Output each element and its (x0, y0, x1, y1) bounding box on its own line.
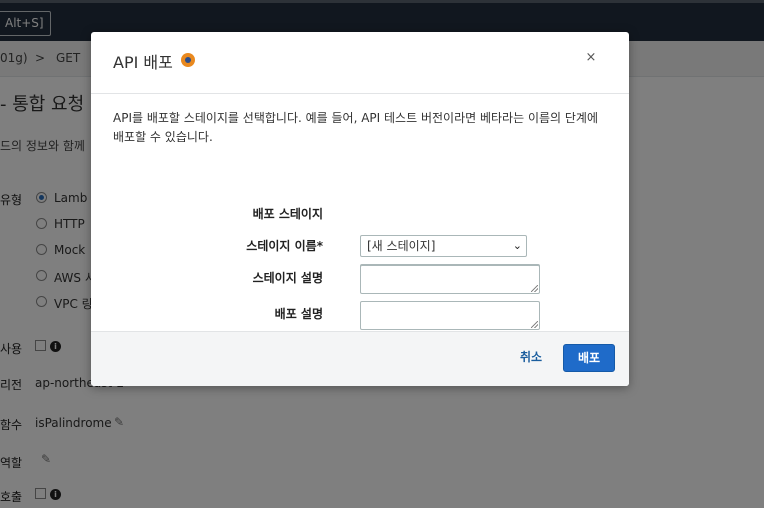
resize-grip-icon[interactable] (531, 285, 538, 292)
deploy-api-dialog: API 배포 × API를 배포할 스테이지를 선택합니다. 예를 들어, AP… (91, 32, 629, 386)
deploy-stage-selected-value: [새 스테이지] (367, 239, 436, 253)
stage-description-label: 스테이지 설명 (252, 271, 323, 285)
cancel-button[interactable]: 취소 (520, 348, 542, 365)
stage-name-label: 스테이지 이름* (246, 239, 323, 253)
dialog-title: API 배포 (113, 53, 173, 72)
deployment-description-textarea[interactable] (360, 301, 540, 330)
deploy-stage-select[interactable]: [새 스테이지] ⌄ (360, 235, 527, 257)
dialog-header: API 배포 × (91, 32, 629, 94)
deployment-description-label: 배포 설명 (274, 307, 323, 321)
dialog-footer: 취소 배포 (91, 331, 629, 386)
dialog-intro-text: API를 배포할 스테이지를 선택합니다. 예를 들어, API 테스트 버전이… (113, 111, 598, 144)
resize-grip-icon[interactable] (531, 321, 538, 328)
close-button[interactable]: × (584, 50, 598, 68)
deploy-button[interactable]: 배포 (563, 344, 615, 372)
beta-badge-icon (181, 53, 195, 67)
deploy-stage-label: 배포 스테이지 (252, 207, 323, 221)
dialog-body: API를 배포할 스테이지를 선택합니다. 예를 들어, API 테스트 버전이… (91, 94, 629, 331)
chevron-down-icon: ⌄ (512, 239, 522, 252)
stage-description-textarea[interactable] (360, 265, 540, 294)
